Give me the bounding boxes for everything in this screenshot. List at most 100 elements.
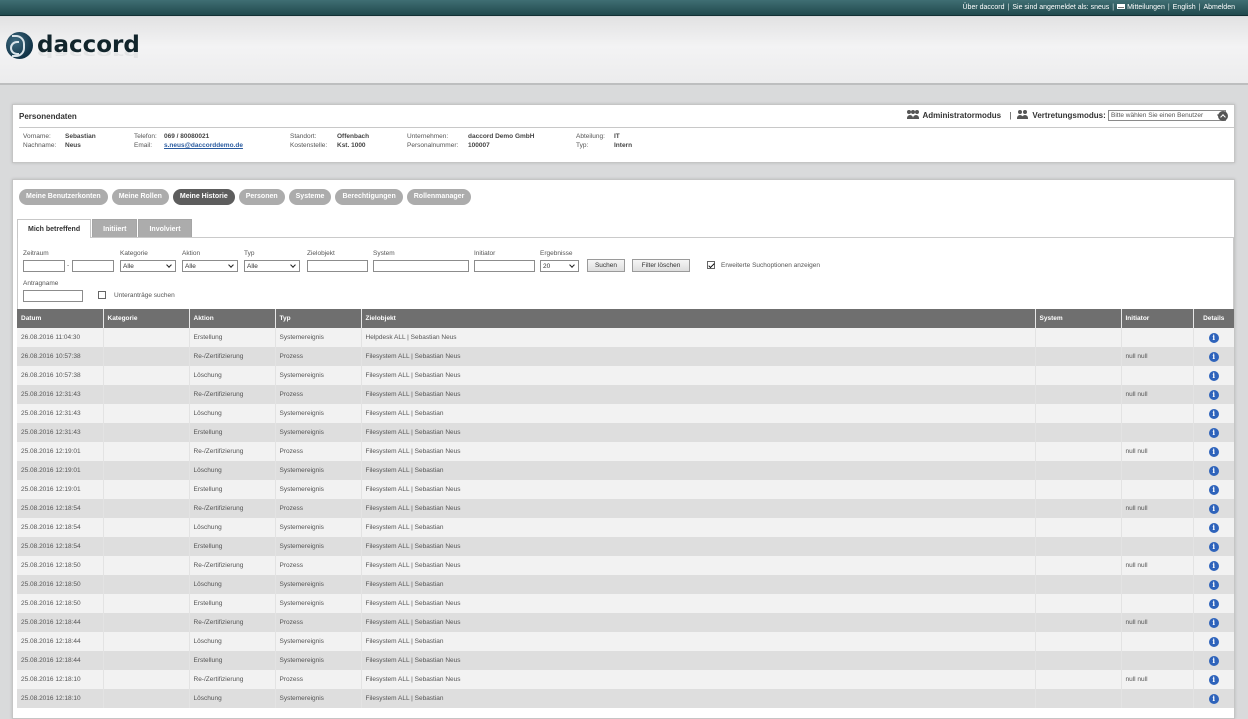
ergebnisse-select[interactable]: 20 bbox=[540, 260, 579, 272]
zeitraum-from-input[interactable] bbox=[23, 260, 65, 272]
info-icon[interactable]: i bbox=[1208, 655, 1219, 666]
logout-link[interactable]: Abmelden bbox=[1203, 4, 1235, 11]
info-icon[interactable]: i bbox=[1208, 351, 1219, 362]
info-icon[interactable]: i bbox=[1208, 389, 1219, 400]
info-icon[interactable]: i bbox=[1208, 560, 1219, 571]
system-input[interactable] bbox=[373, 260, 469, 272]
info-icon[interactable]: i bbox=[1208, 598, 1219, 609]
info-icon[interactable]: i bbox=[1208, 446, 1219, 457]
cell-datum: 26.08.2016 10:57:38 bbox=[17, 347, 104, 366]
cell-kategorie bbox=[103, 366, 190, 385]
tab-meine-historie[interactable]: Meine Historie bbox=[172, 189, 235, 205]
typ-filter-label: Typ bbox=[244, 250, 255, 257]
table-row[interactable]: 25.08.2016 12:19:01 Erstellung Systemereig… bbox=[17, 480, 1234, 499]
cell-system bbox=[1035, 347, 1122, 366]
email-link[interactable]: s.neus@daccorddemo.de bbox=[164, 142, 243, 149]
column-header-aktion[interactable]: Aktion bbox=[189, 309, 276, 328]
cell-datum: 25.08.2016 12:18:44 bbox=[17, 651, 104, 670]
cell-system bbox=[1035, 366, 1122, 385]
cell-kategorie bbox=[103, 347, 190, 366]
table-row[interactable]: 25.08.2016 12:19:01 Löschung Systemereigni… bbox=[17, 461, 1234, 480]
tab-initiiert[interactable]: Initiiert bbox=[92, 219, 138, 237]
table-row[interactable]: 25.08.2016 12:31:43 Re-/Zertifizierung Pro… bbox=[17, 385, 1234, 404]
cell-system bbox=[1035, 575, 1122, 594]
zeitraum-to-input[interactable] bbox=[72, 260, 114, 272]
cell-aktion: Löschung bbox=[189, 366, 276, 385]
messages-link[interactable]: Mitteilungen bbox=[1117, 4, 1165, 11]
cell-details: i bbox=[1193, 556, 1234, 575]
kostenstelle-label: Kostenstelle: bbox=[290, 142, 328, 149]
info-icon[interactable]: i bbox=[1208, 465, 1219, 476]
table-row[interactable]: 25.08.2016 12:18:44 Erstellung Systemereig… bbox=[17, 651, 1234, 670]
table-row[interactable]: 26.08.2016 10:57:38 Re-/Zertifizierung Pro… bbox=[17, 347, 1234, 366]
info-icon[interactable]: i bbox=[1208, 484, 1219, 495]
table-row[interactable]: 25.08.2016 12:18:44 Löschung Systemereigni… bbox=[17, 632, 1234, 651]
info-icon[interactable]: i bbox=[1208, 617, 1219, 628]
table-row[interactable]: 25.08.2016 12:18:50 Erstellung Systemereig… bbox=[17, 594, 1234, 613]
english-link[interactable]: English bbox=[1173, 4, 1196, 11]
kategorie-select[interactable]: Alle bbox=[120, 260, 176, 272]
table-row[interactable]: 25.08.2016 12:18:50 Löschung Systemereigni… bbox=[17, 575, 1234, 594]
tab-meine-rollen[interactable]: Meine Rollen bbox=[111, 189, 169, 205]
typ-select[interactable]: Alle bbox=[244, 260, 300, 272]
aktion-select[interactable]: Alle bbox=[182, 260, 238, 272]
antragname-input[interactable] bbox=[23, 290, 83, 302]
table-row[interactable]: 25.08.2016 12:18:54 Erstellung Systemereig… bbox=[17, 537, 1234, 556]
tab-involviert[interactable]: Involviert bbox=[138, 219, 192, 237]
cell-zielobjekt: Filesystem ALL | Sebastian Neus bbox=[361, 670, 1036, 689]
column-header-system[interactable]: System bbox=[1035, 309, 1122, 328]
zielobjekt-input[interactable] bbox=[307, 260, 368, 272]
column-header-initiator[interactable]: Initiator bbox=[1121, 309, 1194, 328]
tab-systeme[interactable]: Systeme bbox=[288, 189, 332, 205]
table-row[interactable]: 25.08.2016 12:18:10 Re-/Zertifizierung Pro… bbox=[17, 670, 1234, 689]
cell-typ: Prozess bbox=[275, 556, 362, 575]
about-link[interactable]: Über daccord bbox=[963, 4, 1005, 11]
info-icon[interactable]: i bbox=[1208, 332, 1219, 343]
erweiterte-suchoptionen-checkbox[interactable] bbox=[707, 261, 715, 269]
cell-aktion: Löschung bbox=[189, 575, 276, 594]
info-icon[interactable]: i bbox=[1208, 370, 1219, 381]
column-header-typ[interactable]: Typ bbox=[275, 309, 362, 328]
table-row[interactable]: 25.08.2016 12:18:50 Re-/Zertifizierung Pro… bbox=[17, 556, 1234, 575]
cell-details: i bbox=[1193, 670, 1234, 689]
tab-meine-benutzerkonten[interactable]: Meine Benutzerkonten bbox=[19, 189, 108, 205]
table-row[interactable]: 25.08.2016 12:18:54 Re-/Zertifizierung Pro… bbox=[17, 499, 1234, 518]
table-row[interactable]: 25.08.2016 12:18:44 Re-/Zertifizierung Pro… bbox=[17, 613, 1234, 632]
cell-kategorie bbox=[103, 670, 190, 689]
tab-rollenmanager[interactable]: Rollenmanager bbox=[406, 189, 472, 205]
table-row[interactable]: 25.08.2016 12:18:10 Löschung Systemereigni… bbox=[17, 689, 1234, 708]
info-icon[interactable]: i bbox=[1208, 636, 1219, 647]
table-row[interactable]: 25.08.2016 12:31:43 Erstellung Systemereig… bbox=[17, 423, 1234, 442]
info-icon[interactable]: i bbox=[1208, 503, 1219, 514]
info-icon[interactable]: i bbox=[1208, 674, 1219, 685]
table-row[interactable]: 26.08.2016 10:57:38 Löschung Systemereigni… bbox=[17, 366, 1234, 385]
table-row[interactable]: 25.08.2016 12:31:43 Löschung Systemereigni… bbox=[17, 404, 1234, 423]
info-icon[interactable]: i bbox=[1208, 579, 1219, 590]
info-icon[interactable]: i bbox=[1208, 427, 1219, 438]
filter-loeschen-button[interactable]: Filter löschen bbox=[632, 259, 690, 272]
info-icon[interactable]: i bbox=[1208, 408, 1219, 419]
info-icon[interactable]: i bbox=[1208, 522, 1219, 533]
table-row[interactable]: 25.08.2016 12:19:01 Re-/Zertifizierung Pro… bbox=[17, 442, 1234, 461]
cell-kategorie bbox=[103, 423, 190, 442]
table-row[interactable]: 26.08.2016 11:04:30 Erstellung Systemereig… bbox=[17, 328, 1234, 347]
substitute-user-select[interactable]: Bitte wählen Sie einen Benutzer bbox=[1108, 110, 1226, 122]
column-header-zielobjekt[interactable]: Zielobjekt bbox=[361, 309, 1036, 328]
cell-aktion: Erstellung bbox=[189, 480, 276, 499]
zeitraum-label: Zeitraum bbox=[23, 250, 49, 257]
admin-mode-link[interactable]: Administratormodus bbox=[907, 110, 1003, 120]
info-icon[interactable]: i bbox=[1208, 541, 1219, 552]
tab-mich-betreffend[interactable]: Mich betreffend bbox=[17, 219, 92, 238]
unterantraege-checkbox[interactable] bbox=[98, 291, 106, 299]
tab-berechtigungen[interactable]: Berechtigungen bbox=[335, 189, 403, 205]
personalnummer-value: 100007 bbox=[468, 142, 490, 149]
suchen-button[interactable]: Suchen bbox=[587, 259, 625, 272]
tab-personen[interactable]: Personen bbox=[238, 189, 285, 205]
main-content-panel: Meine Benutzerkonten Meine Rollen Meine Hi… bbox=[12, 179, 1235, 719]
collapse-panel-icon[interactable] bbox=[1218, 111, 1228, 121]
table-row[interactable]: 25.08.2016 12:18:54 Löschung Systemereigni… bbox=[17, 518, 1234, 537]
column-header-kategorie[interactable]: Kategorie bbox=[103, 309, 190, 328]
info-icon[interactable]: i bbox=[1208, 693, 1219, 704]
column-header-datum[interactable]: Datum bbox=[17, 309, 104, 328]
initiator-input[interactable] bbox=[474, 260, 535, 272]
